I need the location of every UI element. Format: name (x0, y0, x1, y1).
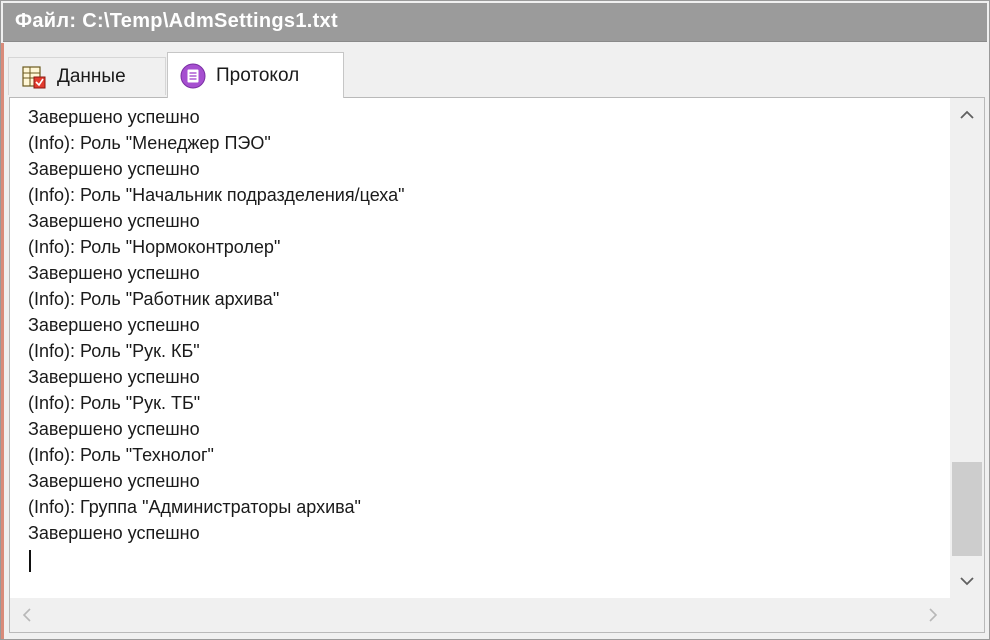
tab-protocol[interactable]: Протокол (167, 52, 344, 98)
log-line: Завершено успешно (28, 315, 200, 335)
window-frame: Файл: C:\Temp\AdmSettings1.txt Данные Пр… (0, 0, 990, 640)
vertical-scrollbar[interactable] (950, 98, 984, 598)
log-line: (Info): Роль "Рук. КБ" (28, 341, 200, 361)
title-bar: Файл: C:\Temp\AdmSettings1.txt (3, 3, 987, 42)
scroll-up-button[interactable] (950, 98, 984, 132)
log-line: (Info): Группа "Администраторы архива" (28, 497, 361, 517)
log-line: (Info): Роль "Нормоконтролер" (28, 237, 281, 257)
text-caret (29, 550, 31, 572)
tab-strip: Данные Протокол (4, 43, 988, 98)
scroll-down-button[interactable] (950, 564, 984, 598)
log-line: Завершено успешно (28, 159, 200, 179)
tab-data-label: Данные (57, 65, 126, 87)
chevron-left-icon (22, 608, 31, 622)
log-line: Завершено успешно (28, 107, 200, 127)
chevron-right-icon (929, 608, 938, 622)
log-line: Завершено успешно (28, 471, 200, 491)
scrollbar-corner (950, 598, 984, 632)
log-line: Завершено успешно (28, 523, 200, 543)
log-line: (Info): Роль "Технолог" (28, 445, 214, 465)
log-line: (Info): Роль "Начальник подразделения/це… (28, 185, 405, 205)
log-line: Завершено успешно (28, 211, 200, 231)
protocol-panel: Завершено успешно (Info): Роль "Менеджер… (9, 97, 985, 633)
left-accent-bar (1, 43, 4, 639)
protocol-list-icon (180, 63, 206, 89)
log-line: Завершено успешно (28, 263, 200, 283)
log-line: Завершено успешно (28, 419, 200, 439)
log-text-area[interactable]: Завершено успешно (Info): Роль "Менеджер… (10, 98, 950, 598)
log-line: Завершено успешно (28, 367, 200, 387)
scroll-left-button[interactable] (10, 598, 44, 632)
tab-data[interactable]: Данные (8, 57, 166, 95)
tab-protocol-label: Протокол (216, 64, 300, 86)
log-line: (Info): Роль "Рук. ТБ" (28, 393, 201, 413)
data-table-icon (21, 64, 47, 90)
scroll-right-button[interactable] (916, 598, 950, 632)
vertical-scroll-thumb[interactable] (952, 462, 982, 556)
log-line: (Info): Роль "Менеджер ПЭО" (28, 133, 271, 153)
log-line: (Info): Роль "Работник архива" (28, 289, 280, 309)
horizontal-scrollbar[interactable] (10, 598, 950, 632)
chevron-down-icon (960, 577, 974, 586)
chevron-up-icon (960, 110, 974, 119)
window-title: Файл: C:\Temp\AdmSettings1.txt (15, 10, 338, 32)
